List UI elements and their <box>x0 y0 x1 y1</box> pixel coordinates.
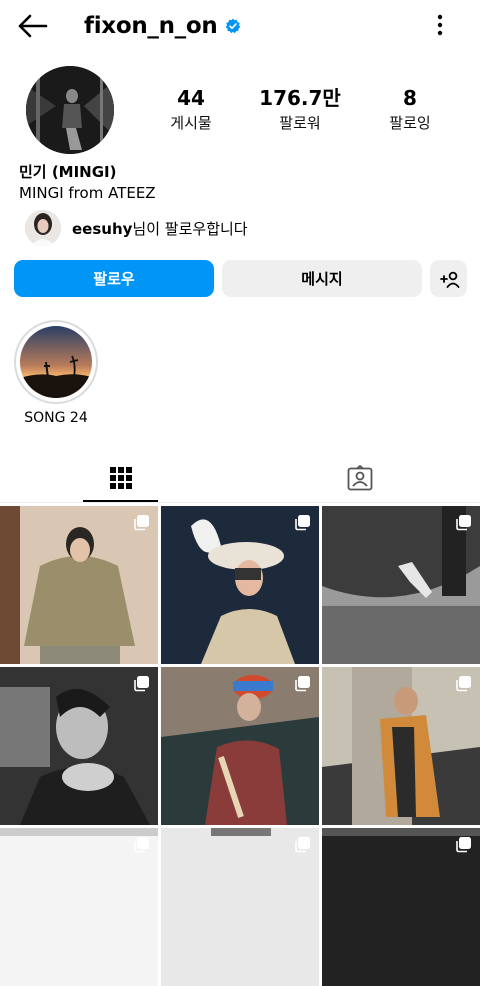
profile-header: fixon_n_on <box>84 10 241 42</box>
message-button[interactable]: 메시지 <box>222 260 422 297</box>
post-2[interactable] <box>161 506 319 664</box>
following-count-value: 8 <box>403 86 417 110</box>
tab-tagged[interactable] <box>320 455 400 501</box>
multi-photo-icon <box>456 837 471 853</box>
posts-count-label: 게시물 <box>170 114 212 132</box>
follow-button[interactable]: 팔로우 <box>14 260 214 297</box>
back-arrow-icon[interactable] <box>16 12 48 40</box>
follower-avatar[interactable] <box>25 210 61 246</box>
profile-name: 민기 (MINGI) <box>19 163 117 181</box>
tagged-person-icon <box>347 465 373 491</box>
post-7[interactable] <box>0 828 158 986</box>
profile-bio: MINGI from ATEEZ <box>19 184 156 202</box>
followed-by-user: eesuhy <box>72 220 133 238</box>
username-title: fixon_n_on <box>84 13 218 39</box>
followed-by-text[interactable]: eesuhy님이 팔로우합니다 <box>72 218 248 239</box>
multi-photo-icon <box>295 837 310 853</box>
tab-divider <box>0 502 480 503</box>
post-6[interactable] <box>322 667 480 825</box>
post-3[interactable] <box>322 506 480 664</box>
multi-photo-icon <box>295 515 310 531</box>
story-highlight-image[interactable] <box>20 326 92 398</box>
post-1[interactable] <box>0 506 158 664</box>
suggest-user-button[interactable] <box>430 260 467 297</box>
verified-badge-icon <box>226 18 241 34</box>
multi-photo-icon <box>456 676 471 692</box>
post-4[interactable] <box>0 667 158 825</box>
multi-photo-icon <box>134 515 149 531</box>
followers-count-value: 176.7만 <box>259 86 341 110</box>
multi-photo-icon <box>456 515 471 531</box>
posts-count: 44 게시물 <box>141 86 241 134</box>
more-vertical-icon[interactable] <box>428 12 452 38</box>
multi-photo-icon <box>295 676 310 692</box>
following-count-label: 팔로잉 <box>389 114 431 132</box>
multi-photo-icon <box>134 837 149 853</box>
grid-icon <box>109 467 132 489</box>
add-person-icon <box>439 271 459 288</box>
followers-count[interactable]: 176.7만 팔로워 <box>250 86 350 134</box>
post-5[interactable] <box>161 667 319 825</box>
multi-photo-icon <box>134 676 149 692</box>
following-count[interactable]: 8 팔로잉 <box>360 86 460 134</box>
tab-posts-grid[interactable] <box>83 455 158 501</box>
profile-avatar[interactable] <box>26 66 114 154</box>
posts-count-value: 44 <box>177 86 205 110</box>
followed-by-suffix: 님이 팔로우합니다 <box>132 220 248 238</box>
post-8[interactable] <box>161 828 319 986</box>
post-9[interactable] <box>322 828 480 986</box>
followers-count-label: 팔로워 <box>279 114 321 132</box>
story-highlight-label: SONG 24 <box>24 410 88 426</box>
